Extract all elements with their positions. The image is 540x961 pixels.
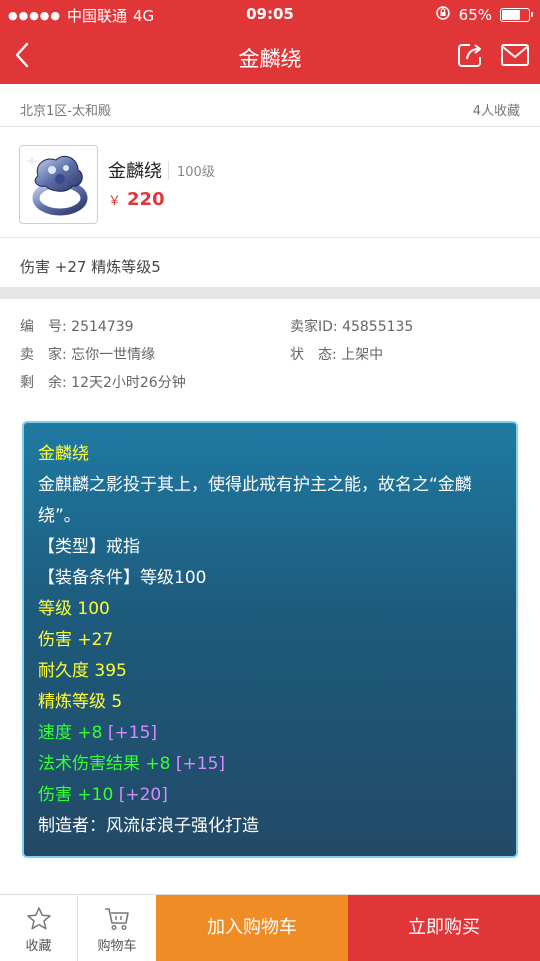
battery-percent: 65% (458, 6, 492, 24)
desc-magic-row: 法术伤害结果 +8 [+15] (38, 749, 502, 780)
listing-id: 编 号: 2514739 (20, 319, 134, 335)
currency-symbol: ￥ (108, 194, 122, 209)
item-price: ￥ 220 (108, 189, 165, 210)
seller-name: 卖 家: 忘你一世情缘 (20, 347, 156, 363)
desc-extra-damage-bonus: [+20] (118, 785, 168, 805)
item-summary: 伤害 +27 精炼等级5 (20, 258, 161, 276)
desc-damage: 伤害 +27 (38, 630, 114, 650)
desc-speed: 速度 +8 (38, 723, 103, 743)
ring-icon (26, 155, 88, 216)
item-card: 金麟绕 100级 ￥ 220 (0, 126, 540, 238)
cart-button[interactable]: 购物车 (78, 895, 156, 961)
section-divider (0, 287, 540, 299)
add-to-cart-button[interactable]: 加入购物车 (156, 895, 348, 961)
desc-extra-damage: 伤害 +10 (38, 785, 114, 805)
item-thumbnail[interactable] (19, 145, 98, 224)
battery-icon (500, 8, 533, 22)
seller-id: 卖家ID: 45855135 (290, 319, 414, 335)
listing-meta-row: 北京1区-太和殿 4人收藏 (20, 100, 520, 119)
time-remaining: 剩 余: 12天2小时26分钟 (20, 375, 186, 391)
bottom-action-bar: 收藏 购物车 加入购物车 立即购买 (0, 894, 540, 961)
cart-icon (78, 906, 156, 932)
desc-extra-damage-row: 伤害 +10 [+20] (38, 780, 502, 811)
item-level: 100级 (168, 161, 215, 180)
price-value: 220 (127, 189, 165, 210)
desc-durability: 耐久度 395 (38, 661, 127, 681)
desc-maker: 制造者：风流ぼ浪子强化打造 (38, 816, 259, 836)
share-icon[interactable] (456, 41, 484, 69)
nav-bar: 金麟绕 (0, 28, 540, 84)
item-description: 金麟绕 金麒麟之影投于其上，使得此戒有护主之能，故名之“金麟绕”。 【类型】戒指… (22, 421, 518, 858)
buy-now-button[interactable]: 立即购买 (348, 895, 540, 961)
desc-speed-row: 速度 +8 [+15] (38, 718, 502, 749)
desc-title: 金麟绕 (38, 444, 89, 464)
server-name: 北京1区-太和殿 (20, 104, 111, 119)
cart-label: 购物车 (97, 939, 137, 954)
desc-speed-bonus: [+15] (107, 723, 158, 743)
status-right: 65% (435, 5, 533, 25)
listing-status: 状 态: 上架中 (290, 347, 384, 363)
rotation-lock-icon (435, 5, 451, 25)
desc-refine: 精炼等级 5 (38, 692, 123, 712)
favorite-label: 收藏 (25, 939, 52, 954)
desc-requirement: 【装备条件】等级100 (38, 568, 207, 588)
favorite-button[interactable]: 收藏 (0, 895, 78, 961)
favorite-count: 4人收藏 (472, 104, 520, 119)
status-bar: ●●●●● 中国联通 4G 09:05 65% (0, 0, 540, 28)
desc-flavor: 金麒麟之影投于其上，使得此戒有护主之能，故名之“金麟绕”。 (38, 475, 472, 526)
item-name: 金麟绕 (108, 161, 162, 182)
message-icon[interactable] (500, 42, 530, 68)
battery-fill (502, 10, 521, 20)
star-icon (0, 906, 77, 932)
desc-level: 等级 100 (38, 599, 110, 619)
desc-magic-bonus: [+15] (175, 754, 226, 774)
desc-type: 【类型】戒指 (38, 537, 140, 557)
desc-magic: 法术伤害结果 +8 (38, 754, 171, 774)
